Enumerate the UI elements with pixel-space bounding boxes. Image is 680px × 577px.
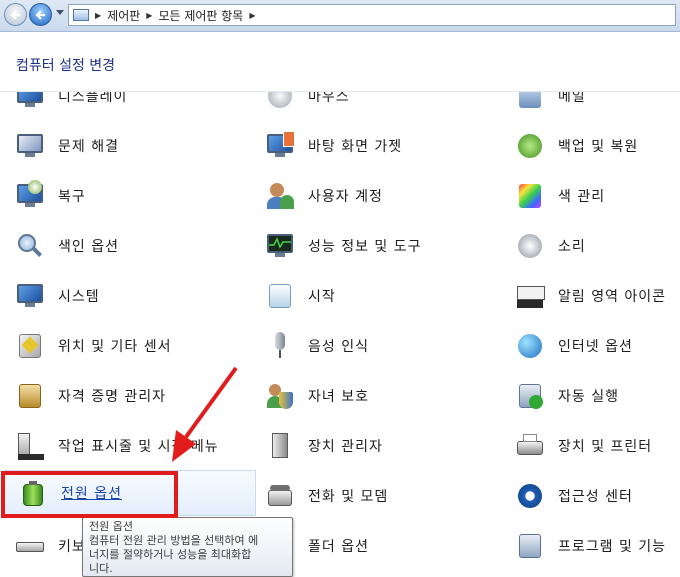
annotation-arrow-icon — [172, 366, 238, 462]
